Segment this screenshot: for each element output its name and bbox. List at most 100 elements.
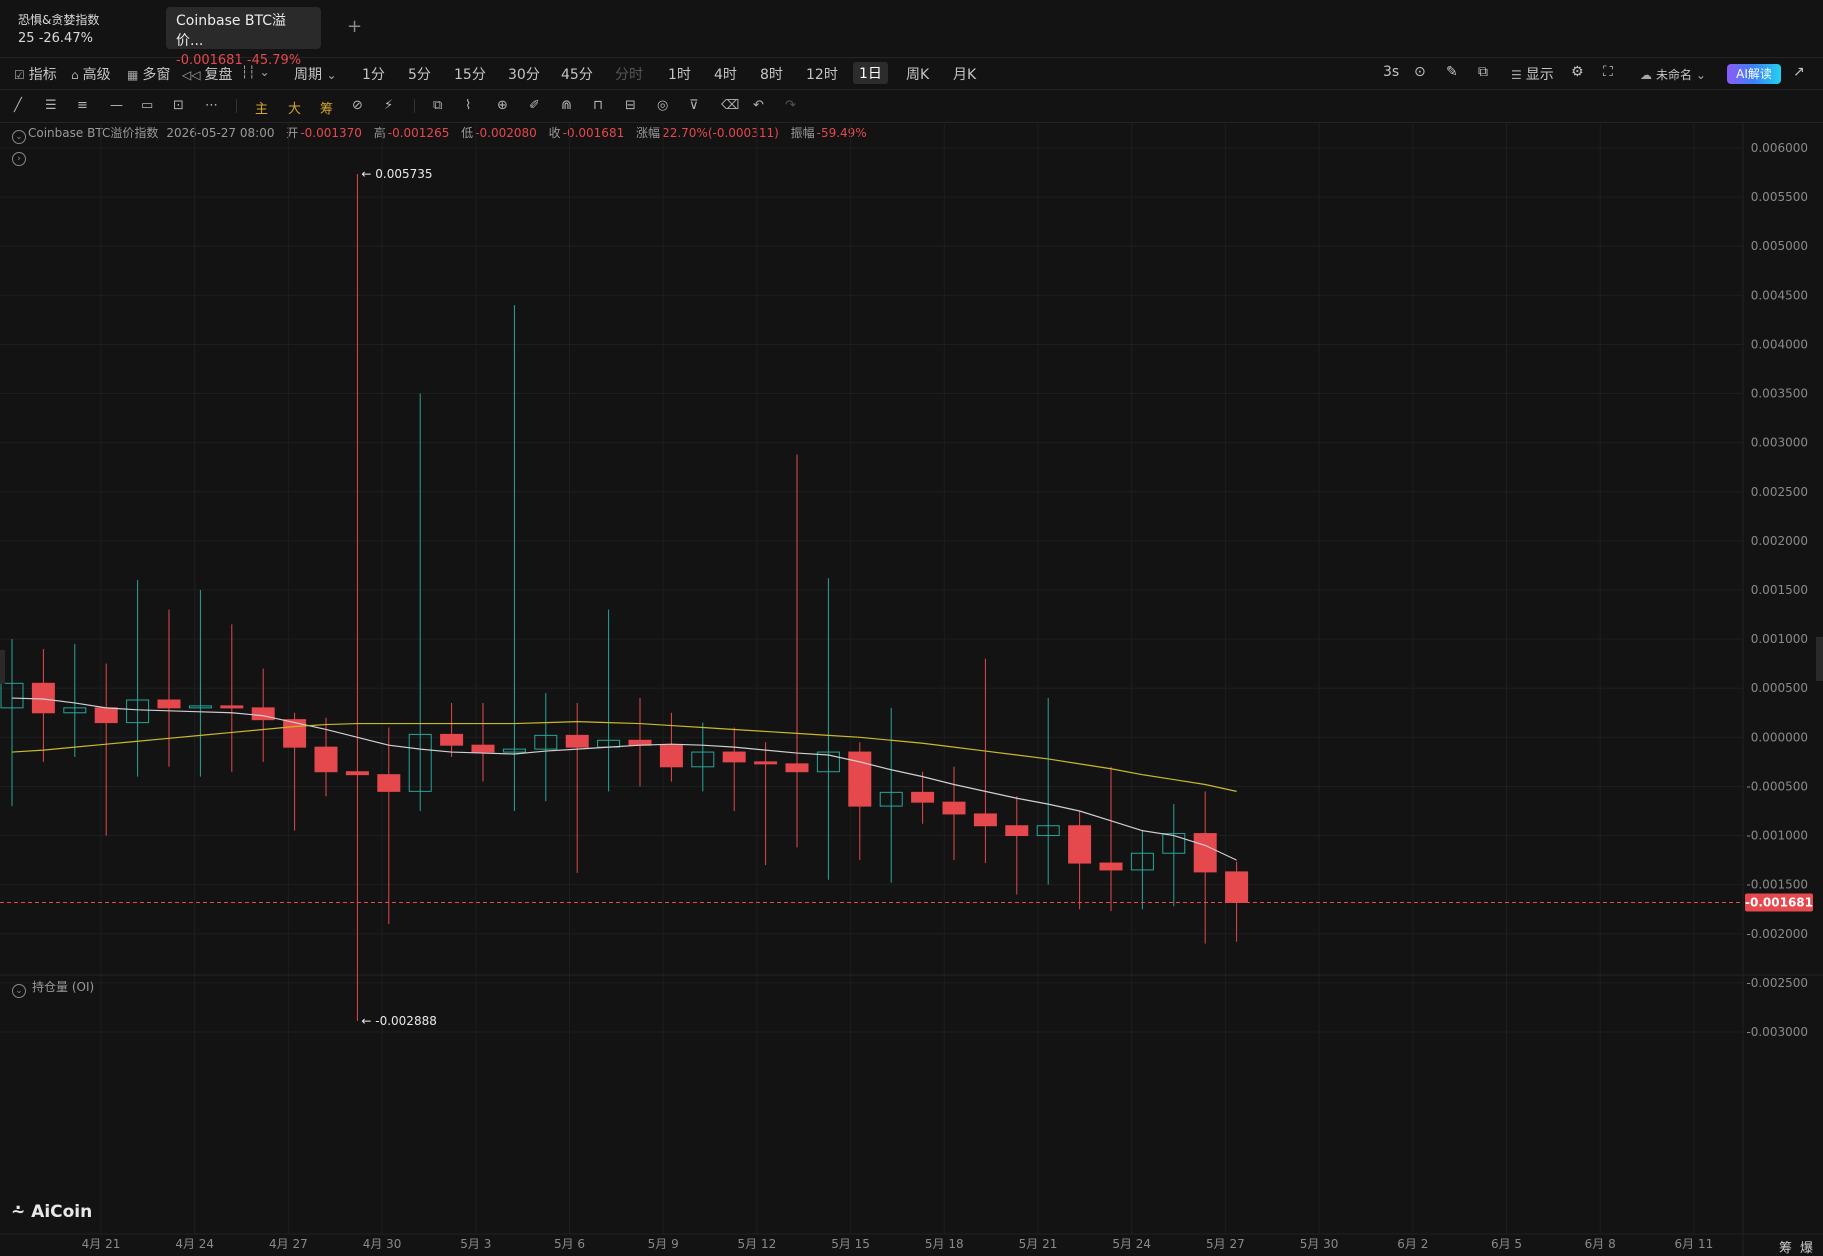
advanced-label: 高级 xyxy=(82,67,111,83)
fullscreen-icon[interactable]: ⛶ xyxy=(1603,64,1613,80)
x-tick-label: 5月 21 xyxy=(1019,1237,1058,1251)
layout-dropdown[interactable]: ☁ 未命名 ⌄ xyxy=(1640,66,1710,83)
add-tab-button[interactable]: + xyxy=(347,16,362,37)
candle-body xyxy=(973,813,997,827)
interval-week[interactable]: 周K xyxy=(906,64,929,84)
tab-title: 恐惧&贪婪指数 xyxy=(18,13,100,27)
camera-icon[interactable]: ⊙ xyxy=(1414,64,1426,80)
zoom-icon[interactable]: ⊕ xyxy=(497,98,508,113)
filter-icon[interactable]: ⊽ xyxy=(689,98,699,113)
edit-icon[interactable]: ⊟ xyxy=(625,98,636,113)
tab-fear-greed[interactable]: 恐惧&贪婪指数 25 -26.47% xyxy=(8,7,109,49)
logo-text: AiCoin xyxy=(31,1202,93,1222)
trend-icon[interactable]: ↗ xyxy=(1793,64,1805,80)
magnet-icon[interactable]: ⋒ xyxy=(561,98,572,113)
note-icon[interactable]: ⊡ xyxy=(173,98,184,113)
period-dropdown[interactable]: 周期 ⌄ xyxy=(294,64,341,84)
last-price-text: -0.001681 xyxy=(1745,895,1813,909)
x-tick-label: 5月 24 xyxy=(1112,1237,1151,1251)
large-toggle[interactable]: 大 xyxy=(288,98,301,117)
pen-icon[interactable]: ✎ xyxy=(1446,64,1458,80)
candle-body xyxy=(314,746,338,773)
x-tick-label: 4月 21 xyxy=(82,1237,121,1251)
indicator-label: 指标 xyxy=(28,67,57,83)
horizontal-line-icon[interactable]: — xyxy=(110,98,123,113)
y-tick-label: -0.001000 xyxy=(1746,829,1808,843)
ruler-icon[interactable]: ⌇ xyxy=(465,98,471,113)
chips-panel-button[interactable]: 筹 xyxy=(1779,1237,1792,1256)
interval-1m[interactable]: 1分 xyxy=(362,64,385,84)
candle-body xyxy=(659,744,683,768)
candle-body xyxy=(942,801,966,815)
y-tick-label: 0.005500 xyxy=(1751,190,1808,204)
tab-coinbase-premium[interactable]: Coinbase BTC溢价... -0.001681 -45.79% xyxy=(166,7,321,68)
y-tick-label: 0.001000 xyxy=(1751,632,1808,646)
liquidation-panel-button[interactable]: 爆 xyxy=(1800,1237,1813,1256)
y-tick-label: 0.004000 xyxy=(1751,337,1808,351)
parallel-lines-icon[interactable]: ☰ xyxy=(45,98,57,113)
compare-icon[interactable]: ⊘ xyxy=(352,98,363,113)
brush-icon[interactable]: ✐ xyxy=(529,98,540,113)
eye-icon[interactable]: ◎ xyxy=(657,98,668,113)
multi-window-button[interactable]: ▦ 多窗 xyxy=(127,64,170,84)
y-tick-label: -0.002000 xyxy=(1746,927,1808,941)
price-chart[interactable]: 4月 21 4月 24 4月 27 4月 30 5月 3 5月 6 5月 9 5月 12 5月 … xyxy=(0,122,1823,1256)
candle-body xyxy=(471,744,495,753)
main-toggle[interactable]: 主 xyxy=(255,98,268,117)
multi-window-label: 多窗 xyxy=(142,67,171,83)
x-tick-label: 5月 3 xyxy=(460,1237,491,1251)
interval-month[interactable]: 月K xyxy=(953,64,976,84)
more-tools-icon[interactable]: ⋯ xyxy=(205,98,218,113)
y-tick-label: -0.003000 xyxy=(1746,1025,1808,1039)
candle-body xyxy=(1099,862,1123,871)
max-price-label: ← 0.005735 xyxy=(361,167,432,181)
advanced-icon: ⌂ xyxy=(71,68,79,82)
list-icon: ☰ xyxy=(1511,68,1522,82)
chart-type-dropdown[interactable]: ┆┆ ⌄ xyxy=(241,64,274,80)
y-tick-label: -0.002500 xyxy=(1746,976,1808,990)
indicator-button[interactable]: ☑ 指标 xyxy=(14,64,57,84)
candle-body xyxy=(94,707,118,724)
y-tick-label: -0.000500 xyxy=(1746,779,1808,793)
replay-button[interactable]: ◁◁ 复盘 xyxy=(182,64,232,84)
undo-icon[interactable]: ↶ xyxy=(753,98,764,113)
candle-body xyxy=(785,763,809,773)
advanced-button[interactable]: ⌂ 高级 xyxy=(71,64,111,84)
oi-label: 持仓量 (OI) xyxy=(32,980,95,994)
y-tick-label: 0.001500 xyxy=(1751,583,1808,597)
interval-30m[interactable]: 30分 xyxy=(508,64,540,84)
x-tick-label: 5月 6 xyxy=(554,1237,585,1251)
x-tick-label: 4月 27 xyxy=(269,1237,308,1251)
interval-4h[interactable]: 4时 xyxy=(714,64,737,84)
drawing-toolbar: ╱ ☰ ≡ — ▭ ⊡ ⋯ 主 大 筹 ⊘ ⚡ ⧉ ⌇ ⊕ ✐ ⋒ ⊓ ⊟ ◎ … xyxy=(0,90,1823,123)
chips-toggle[interactable]: 筹 xyxy=(320,98,333,117)
interval-15m[interactable]: 15分 xyxy=(454,64,486,84)
interval-8h[interactable]: 8时 xyxy=(760,64,783,84)
ai-interpret-button[interactable]: AI解读 xyxy=(1727,64,1781,84)
interval-45m[interactable]: 45分 xyxy=(561,64,593,84)
interval-5m[interactable]: 5分 xyxy=(408,64,431,84)
tab-value: 25 xyxy=(18,31,35,46)
channel-icon[interactable]: ≡ xyxy=(77,98,88,113)
collapse-icon[interactable]: ⌄ xyxy=(12,984,26,998)
interval-1d[interactable]: 1日 xyxy=(853,62,888,84)
settings-icon[interactable]: ⚙ xyxy=(1571,64,1584,80)
rectangle-icon[interactable]: ▭ xyxy=(141,98,153,113)
display-button[interactable]: ☰ 显示 xyxy=(1511,64,1554,84)
interval-12h[interactable]: 12时 xyxy=(806,64,838,84)
refresh-rate[interactable]: 3s xyxy=(1383,64,1399,80)
interval-1h[interactable]: 1时 xyxy=(668,64,691,84)
lock-icon[interactable]: ⊓ xyxy=(593,98,603,113)
magic-icon[interactable]: ⚡ xyxy=(384,98,393,113)
copy-icon[interactable]: ⧉ xyxy=(433,98,442,113)
trendline-tool-icon[interactable]: ╱ xyxy=(14,98,22,113)
x-tick-label: 6月 5 xyxy=(1491,1237,1522,1251)
redo-icon[interactable]: ↷ xyxy=(785,98,796,113)
x-tick-label: 5月 18 xyxy=(925,1237,964,1251)
trash-icon[interactable]: ⌫ xyxy=(721,98,739,113)
share-window-icon[interactable]: ⧉ xyxy=(1478,64,1488,80)
open-interest-pane[interactable]: ⌄ 持仓量 (OI) xyxy=(12,978,94,998)
candle-body xyxy=(722,751,746,763)
interval-timeshare[interactable]: 分时 xyxy=(615,64,643,84)
candle-body xyxy=(1005,825,1029,837)
